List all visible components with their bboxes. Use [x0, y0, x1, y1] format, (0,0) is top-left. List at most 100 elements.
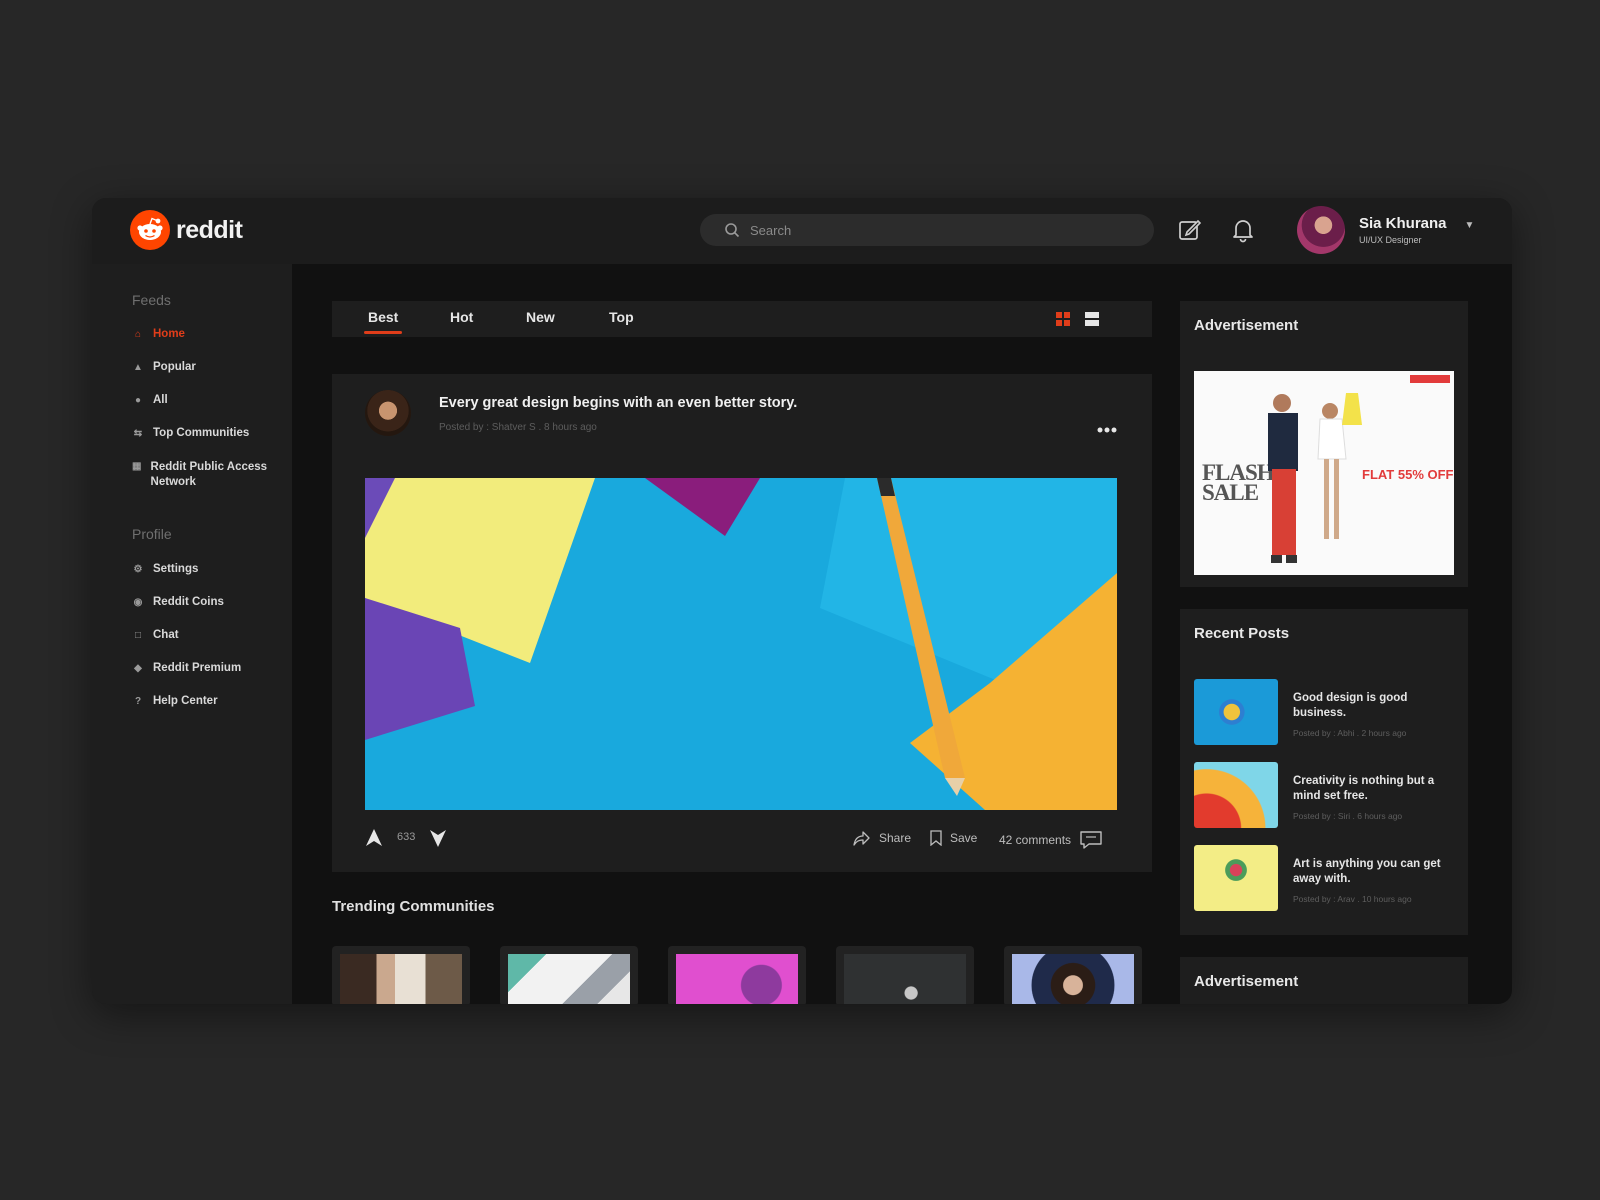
sidebar-item-label: Settings	[153, 563, 199, 575]
recent-post-meta: Posted by : Arav . 10 hours ago	[1293, 894, 1412, 904]
app-window: reddit Sia Khurana UI/UX	[92, 198, 1512, 1004]
sidebar-item-settings[interactable]: ⚙ Settings	[132, 563, 199, 576]
notifications-button[interactable]	[1227, 214, 1259, 246]
bookmark-icon	[930, 830, 942, 846]
recent-post-title: Creativity is nothing but a mind set fre…	[1293, 775, 1435, 802]
downvote-icon[interactable]	[429, 828, 447, 848]
edit-icon	[1179, 219, 1202, 240]
post-author-avatar[interactable]	[365, 390, 411, 436]
chat-icon: □	[134, 630, 142, 641]
search-icon	[725, 223, 740, 238]
comments-label: 42 comments	[999, 833, 1072, 847]
bell-icon	[1233, 220, 1253, 243]
comments-button[interactable]: 42 comments	[999, 830, 1103, 850]
search-bar[interactable]	[700, 214, 1154, 246]
main-feed: Best Hot New Top Every great design begi…	[292, 264, 1172, 1004]
profile-section-title: Profile	[132, 526, 172, 542]
right-rail: Advertisement FLASH SALE FLAT 55% OFF Re…	[1172, 264, 1512, 1004]
sidebar-item-label: All	[153, 394, 168, 406]
home-icon: ⌂	[134, 329, 142, 340]
trending-title: Trending Communities	[332, 898, 495, 915]
advertisement-panel-2: Advertisement	[1180, 957, 1468, 1004]
more-options-icon[interactable]	[1096, 426, 1118, 434]
sidebar-item-label: Chat	[153, 629, 179, 641]
gear-icon: ⚙	[133, 564, 143, 575]
upvote-icon[interactable]	[365, 828, 383, 848]
sidebar-item-label: Reddit Coins	[153, 596, 224, 608]
advertisement-panel: Advertisement FLASH SALE FLAT 55% OFF	[1180, 301, 1468, 587]
community-card[interactable]	[668, 946, 806, 1004]
post-meta: Posted by : Shatver S . 8 hours ago	[439, 422, 597, 433]
list-view-icon[interactable]	[1085, 312, 1099, 326]
shield-icon: ◆	[134, 663, 142, 674]
vote-count: 633	[397, 831, 416, 843]
sidebar-item-rpan[interactable]: ▦ Reddit Public Access Network	[132, 460, 282, 490]
search-input[interactable]	[750, 222, 1130, 238]
advertisement-image[interactable]: FLASH SALE FLAT 55% OFF	[1194, 371, 1454, 575]
advertisement-title-2: Advertisement	[1194, 973, 1299, 990]
recent-post-item[interactable]: Creativity is nothing but a mind set fre…	[1194, 762, 1454, 828]
community-card[interactable]	[500, 946, 638, 1004]
sidebar-item-label: Popular	[153, 361, 196, 373]
community-card[interactable]	[1004, 946, 1142, 1004]
recent-post-meta: Posted by : Abhi . 2 hours ago	[1293, 728, 1407, 738]
comment-icon	[1080, 831, 1102, 849]
recent-post-item[interactable]: Good design is good business. Posted by …	[1194, 679, 1454, 745]
share-button[interactable]: Share	[853, 830, 911, 846]
flame-icon: ▲	[133, 362, 143, 373]
logo[interactable]: reddit	[130, 210, 243, 250]
tab-hot[interactable]: Hot	[450, 309, 473, 325]
coin-icon: ◉	[133, 597, 143, 608]
save-label: Save	[950, 831, 978, 845]
community-card[interactable]	[332, 946, 470, 1004]
sidebar-item-popular[interactable]: ▲ Popular	[132, 361, 196, 374]
post-card[interactable]: Every great design begins with an even b…	[332, 374, 1152, 872]
sale-tag	[1410, 375, 1450, 383]
tab-new[interactable]: New	[526, 309, 555, 325]
edit-button[interactable]	[1174, 214, 1206, 246]
brand-name: reddit	[176, 215, 243, 244]
sidebar-item-label: Top Communities	[153, 427, 250, 439]
share-icon	[853, 831, 870, 846]
chevron-down-icon[interactable]: ▼	[1465, 220, 1475, 231]
avatar	[1297, 206, 1345, 254]
recent-posts-title: Recent Posts	[1194, 625, 1290, 642]
recent-post-thumbnail	[1194, 762, 1278, 828]
post-title[interactable]: Every great design begins with an even b…	[439, 395, 797, 411]
sidebar-item-top-communities[interactable]: ⇆ Top Communities	[132, 427, 249, 440]
recent-post-thumbnail	[1194, 679, 1278, 745]
user-menu[interactable]: Sia Khurana UI/UX Designer ▼	[1297, 206, 1474, 254]
post-actions: 633 Share Save 42 comments	[365, 826, 1117, 852]
help-icon: ?	[134, 696, 142, 707]
reddit-logo-icon	[130, 210, 170, 250]
user-name: Sia Khurana	[1359, 215, 1447, 232]
recent-post-title: Art is anything you can get away with.	[1293, 858, 1441, 885]
feeds-section-title: Feeds	[132, 292, 171, 308]
recent-post-title: Good design is good business.	[1293, 692, 1408, 719]
card-view-icon[interactable]	[1056, 312, 1070, 326]
sidebar-item-all[interactable]: ● All	[132, 394, 168, 407]
recent-posts-panel: Recent Posts Good design is good busines…	[1180, 609, 1468, 935]
user-role: UI/UX Designer	[1359, 235, 1422, 245]
advertisement-title: Advertisement	[1194, 317, 1299, 334]
save-button[interactable]: Save	[930, 830, 977, 846]
sidebar-item-label: Reddit Premium	[153, 662, 242, 674]
sidebar-item-chat[interactable]: □ Chat	[132, 629, 179, 642]
ad-offer: FLAT 55% OFF	[1362, 467, 1454, 482]
sidebar-item-help-center[interactable]: ? Help Center	[132, 695, 218, 708]
sidebar-item-reddit-premium[interactable]: ◆ Reddit Premium	[132, 662, 241, 675]
tab-best[interactable]: Best	[363, 309, 403, 334]
share-label: Share	[879, 831, 912, 845]
recent-post-item[interactable]: Art is anything you can get away with. P…	[1194, 845, 1454, 911]
sidebar-item-label: Reddit Public Access Network	[150, 461, 268, 488]
sidebar-item-reddit-coins[interactable]: ◉ Reddit Coins	[132, 596, 224, 609]
tab-top[interactable]: Top	[609, 309, 634, 325]
grid-icon: ▦	[132, 461, 142, 472]
sidebar-item-label: Home	[153, 328, 185, 340]
sidebar: Feeds ⌂ Home ▲ Popular ● All ⇆ Top Commu…	[92, 264, 292, 1004]
post-image[interactable]	[365, 478, 1117, 810]
community-card[interactable]	[836, 946, 974, 1004]
sidebar-item-label: Help Center	[153, 695, 218, 707]
sidebar-item-home[interactable]: ⌂ Home	[132, 328, 185, 341]
globe-icon: ●	[134, 395, 142, 406]
